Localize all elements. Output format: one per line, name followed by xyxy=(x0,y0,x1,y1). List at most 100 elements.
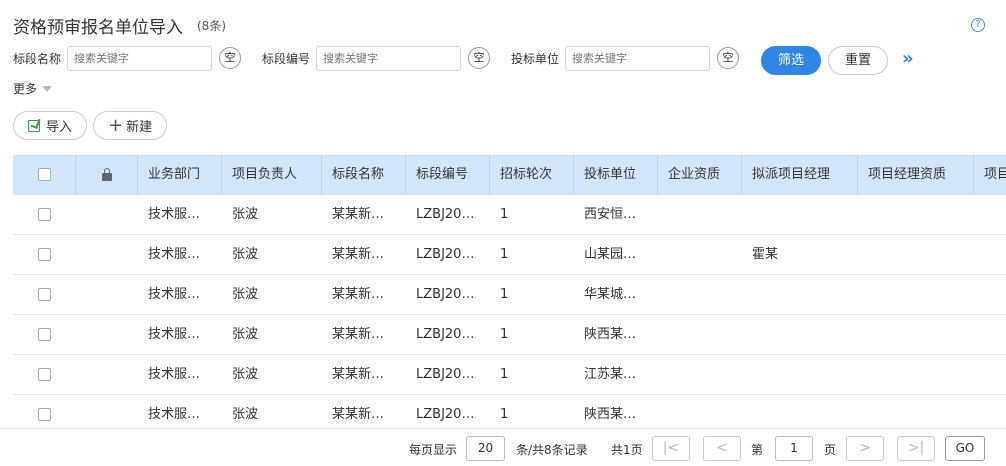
cell-bid-round: 1 xyxy=(500,287,509,302)
pagination-bar: 每页显示 20 条/共8条记录 共1页 |< < 第 1 页 > >| GO xyxy=(0,428,1006,466)
col-header-bid-number[interactable]: 标段编号 xyxy=(406,155,490,195)
cell-project xyxy=(974,315,1006,355)
more-label: 更多 xyxy=(13,82,38,96)
row-lock-cell xyxy=(76,195,138,235)
cell-bidder: 江苏某… xyxy=(584,367,637,382)
per-page-input[interactable]: 20 xyxy=(466,436,505,461)
table-row[interactable]: 技术服… 张波 某某新… LZBJ20… 1 山某园… 霍某 xyxy=(13,235,1006,275)
more-toggle[interactable]: 更多 xyxy=(13,80,53,97)
cell-bid-round: 1 xyxy=(500,407,509,422)
cell-bid-round: 1 xyxy=(500,247,509,262)
expand-filters-icon[interactable]: » xyxy=(902,48,913,69)
filter-label-bidder: 投标单位 xyxy=(511,52,560,66)
import-icon xyxy=(28,119,40,132)
filter-input-bid-number[interactable] xyxy=(316,46,461,71)
col-header-bidder[interactable]: 投标单位 xyxy=(574,155,658,195)
reset-button[interactable]: 重置 xyxy=(828,46,888,75)
filter-button[interactable]: 筛选 xyxy=(761,46,821,75)
last-page-button[interactable]: >| xyxy=(897,436,935,461)
row-checkbox[interactable] xyxy=(38,208,51,221)
filter-row: 标段名称 空 标段编号 空 投标单位 空 筛选 重置 » xyxy=(13,46,1003,75)
total-pages: 共1页 xyxy=(611,443,643,457)
plus-icon: + xyxy=(108,114,124,136)
filter-clear-bid-name[interactable]: 空 xyxy=(219,47,241,69)
row-select-cell xyxy=(13,195,76,235)
cell-bid-number: LZBJ20… xyxy=(416,287,475,302)
cell-proposed-manager xyxy=(742,355,858,395)
col-header-department[interactable]: 业务部门 xyxy=(138,155,222,195)
cell-project-lead: 张波 xyxy=(232,367,259,382)
row-select-cell xyxy=(13,355,76,395)
cell-proposed-manager: 霍某 xyxy=(752,247,779,262)
cell-bid-name: 某某新… xyxy=(332,287,385,302)
next-page-button[interactable]: > xyxy=(846,436,884,461)
cell-bid-name: 某某新… xyxy=(332,207,385,222)
col-header-bid-round[interactable]: 招标轮次 xyxy=(490,155,574,195)
row-lock-cell xyxy=(76,235,138,275)
cell-project xyxy=(974,235,1006,275)
table-row[interactable]: 技术服… 张波 某某新… LZBJ20… 1 西安恒… xyxy=(13,195,1006,235)
filter-clear-bid-number[interactable]: 空 xyxy=(468,47,490,69)
row-lock-cell xyxy=(76,315,138,355)
record-count: (8条) xyxy=(197,18,226,33)
lock-icon[interactable] xyxy=(102,168,112,181)
cell-department: 技术服… xyxy=(148,407,201,422)
cell-manager-qualification xyxy=(858,235,974,275)
cell-bid-name: 某某新… xyxy=(332,247,385,262)
cell-proposed-manager xyxy=(742,275,858,315)
row-checkbox[interactable] xyxy=(38,288,51,301)
table-row[interactable]: 技术服… 张波 某某新… LZBJ20… 1 陕西某… xyxy=(13,395,1006,425)
cell-project-lead: 张波 xyxy=(232,407,259,422)
filter-input-bid-name[interactable] xyxy=(67,46,212,71)
col-header-manager-qualification[interactable]: 项目经理资质 xyxy=(858,155,974,195)
help-icon[interactable]: ? xyxy=(971,18,985,32)
per-page-label: 每页显示 xyxy=(409,443,458,457)
new-label: 新建 xyxy=(126,120,153,135)
prev-page-button[interactable]: < xyxy=(703,436,741,461)
new-button[interactable]: + 新建 xyxy=(93,111,168,140)
select-all-checkbox[interactable] xyxy=(38,168,51,181)
cell-bid-number: LZBJ20… xyxy=(416,327,475,342)
cell-company-qualification xyxy=(658,275,742,315)
cell-department: 技术服… xyxy=(148,327,201,342)
cell-manager-qualification xyxy=(858,355,974,395)
import-button[interactable]: 导入 xyxy=(13,111,88,140)
row-checkbox[interactable] xyxy=(38,368,51,381)
table-header: 业务部门 项目负责人 标段名称 标段编号 招标轮次 投标单位 企业资质 拟派项目… xyxy=(13,155,1006,195)
select-all-cell xyxy=(13,155,76,195)
cell-manager-qualification xyxy=(858,395,974,425)
go-button[interactable]: GO xyxy=(945,436,985,461)
row-lock-cell xyxy=(76,275,138,315)
cell-bidder: 西安恒… xyxy=(584,207,637,222)
col-header-project[interactable]: 项目 xyxy=(974,155,1006,195)
page-number-input[interactable]: 1 xyxy=(775,436,813,461)
filter-label-bid-name: 标段名称 xyxy=(13,52,62,66)
cell-company-qualification xyxy=(658,395,742,425)
cell-bidder: 陕西某… xyxy=(584,327,637,342)
cell-company-qualification xyxy=(658,235,742,275)
row-select-cell xyxy=(13,275,76,315)
table-row[interactable]: 技术服… 张波 某某新… LZBJ20… 1 陕西某… xyxy=(13,315,1006,355)
row-checkbox[interactable] xyxy=(38,248,51,261)
cell-department: 技术服… xyxy=(148,247,201,262)
lock-column-cell xyxy=(76,155,138,195)
row-checkbox[interactable] xyxy=(38,408,51,421)
col-header-company-qualification[interactable]: 企业资质 xyxy=(658,155,742,195)
row-lock-cell xyxy=(76,355,138,395)
cell-department: 技术服… xyxy=(148,207,201,222)
filter-label-bid-number: 标段编号 xyxy=(262,52,311,66)
col-header-bid-name[interactable]: 标段名称 xyxy=(322,155,406,195)
table-row[interactable]: 技术服… 张波 某某新… LZBJ20… 1 江苏某… xyxy=(13,355,1006,395)
cell-manager-qualification xyxy=(858,195,974,235)
cell-manager-qualification xyxy=(858,275,974,315)
row-checkbox[interactable] xyxy=(38,328,51,341)
filter-input-bidder[interactable] xyxy=(565,46,710,71)
page-suffix: 页 xyxy=(824,443,837,457)
filter-clear-bidder[interactable]: 空 xyxy=(717,47,739,69)
col-header-project-lead[interactable]: 项目负责人 xyxy=(222,155,322,195)
table-row[interactable]: 技术服… 张波 某某新… LZBJ20… 1 华某城… xyxy=(13,275,1006,315)
cell-department: 技术服… xyxy=(148,287,201,302)
action-row: 导入 + 新建 xyxy=(13,111,173,140)
col-header-proposed-manager[interactable]: 拟派项目经理 xyxy=(742,155,858,195)
first-page-button[interactable]: |< xyxy=(652,436,690,461)
